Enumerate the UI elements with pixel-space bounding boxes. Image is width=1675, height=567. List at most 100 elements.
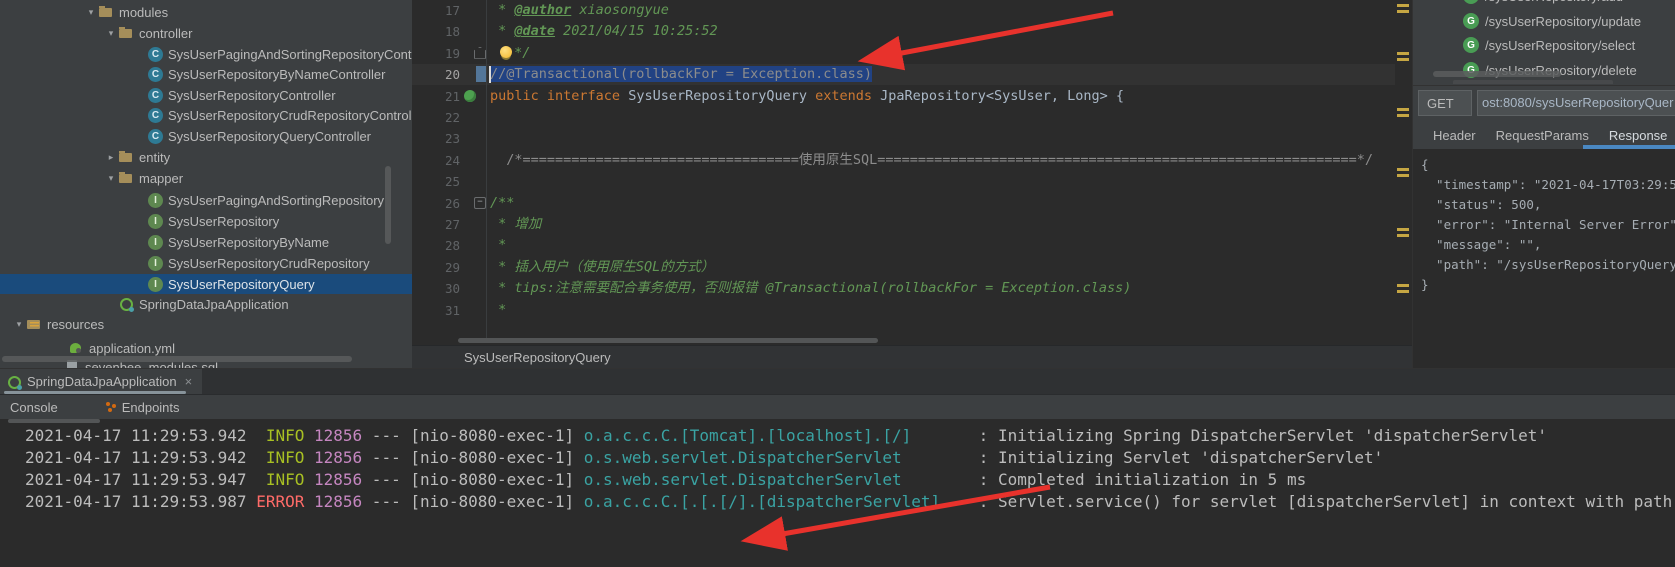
log-line[interactable]: 2021-04-17 11:29:53.987 ERROR 12856 --- … <box>25 492 1675 512</box>
line-number[interactable]: 20 <box>418 64 460 85</box>
fold-icon[interactable]: − <box>474 196 486 209</box>
tree-item[interactable]: C SysUserRepositoryByNameController <box>0 64 412 84</box>
close-icon[interactable]: × <box>185 374 193 389</box>
editor-error-stripe[interactable] <box>1395 0 1412 345</box>
endpoint-list-scrollbar[interactable] <box>1433 71 1561 77</box>
line-number[interactable]: 24 <box>418 150 460 171</box>
editor-hscrollbar[interactable] <box>458 338 878 343</box>
fold-icon[interactable] <box>474 46 486 59</box>
code-line[interactable]: 25 <box>412 171 1395 192</box>
line-number[interactable]: 28 <box>418 235 460 256</box>
tree-item[interactable]: I SysUserRepositoryQuery <box>0 274 412 294</box>
line-number[interactable]: 25 <box>418 171 460 192</box>
warning-stripe-mark[interactable] <box>1397 10 1409 13</box>
code-line[interactable]: 28 * <box>412 235 1395 256</box>
code-line[interactable]: 23 <box>412 128 1395 149</box>
response-json-view[interactable]: { "timestamp": "2021-04-17T03:29:53.99 "… <box>1413 149 1675 375</box>
tree-item[interactable]: C SysUserRepositoryQueryController <box>0 126 412 146</box>
code-line[interactable]: 24 /*==================================使… <box>412 150 1395 171</box>
code-line[interactable]: 22 <box>412 107 1395 128</box>
tree-item[interactable]: I SysUserPagingAndSortingRepository <box>0 190 412 210</box>
warning-stripe-mark[interactable] <box>1397 108 1409 111</box>
console-log[interactable]: + javax.persistence.TransactionRequiredE… <box>0 418 1675 567</box>
tab-header[interactable]: Header <box>1433 128 1476 143</box>
tree-item[interactable]: ▾ modules <box>0 2 412 22</box>
project-tree[interactable]: ▾ modules ▾ controller C SysUserPagingAndSort… <box>0 0 413 368</box>
request-url-input[interactable]: ost:8080/sysUserRepositoryQuer <box>1477 90 1675 116</box>
code-line[interactable]: 31 * <box>412 300 1395 321</box>
run-tab-title: SpringDataJpaApplication <box>27 374 177 389</box>
bean-icon[interactable] <box>464 89 476 102</box>
warning-stripe-mark[interactable] <box>1397 52 1409 55</box>
tab-response[interactable]: Response <box>1609 128 1668 143</box>
line-number[interactable]: 26 <box>418 193 460 214</box>
code-line[interactable]: 27 * 增加 <box>412 214 1395 235</box>
code-line[interactable]: 29 * 插入用户（使用原生SQL的方式） <box>412 257 1395 278</box>
log-line[interactable]: 2021-04-17 11:29:53.942 INFO 12856 --- [… <box>25 448 1383 468</box>
endpoint-item[interactable]: G/sysUserRepository/delete <box>1413 58 1675 82</box>
bulb-icon[interactable] <box>500 45 513 58</box>
tree-item[interactable]: C SysUserRepositoryCrudRepositoryControll… <box>0 105 412 125</box>
line-number[interactable]: 19 <box>418 43 460 64</box>
warning-stripe-mark[interactable] <box>1397 290 1409 293</box>
code-line[interactable]: 19 */ <box>412 43 1395 64</box>
line-number[interactable]: 18 <box>418 21 460 42</box>
line-number[interactable]: 23 <box>418 128 460 149</box>
line-number[interactable]: 31 <box>418 300 460 321</box>
project-tree-hscrollbar[interactable] <box>2 356 352 362</box>
warning-stripe-mark[interactable] <box>1397 228 1409 231</box>
tree-item[interactable]: application.yml <box>0 338 412 358</box>
chevron-down-icon[interactable]: ▾ <box>12 319 26 330</box>
log-line[interactable]: 2021-04-17 11:29:53.942 INFO 12856 --- [… <box>25 426 1547 446</box>
breadcrumb-label[interactable]: SysUserRepositoryQuery <box>464 350 611 365</box>
warning-stripe-mark[interactable] <box>1397 4 1409 7</box>
code-editor[interactable]: 17 * @author xiaosongyue 18 * @date 2021/… <box>412 0 1412 345</box>
tab-console[interactable]: Console <box>10 400 58 415</box>
tree-item[interactable]: ▾ controller <box>0 23 412 43</box>
log-line[interactable]: 2021-04-17 11:29:53.947 INFO 12856 --- [… <box>25 470 1306 490</box>
code-line[interactable]: 26 −/** <box>412 193 1395 214</box>
code-line[interactable]: 21 public interface SysUserRepositoryQuer… <box>412 86 1395 107</box>
code-token: * <box>490 2 515 18</box>
http-method-select[interactable]: GET <box>1418 90 1472 116</box>
chevron-down-icon[interactable]: ▾ <box>104 173 118 184</box>
code-line[interactable]: 20 //@Transactional(rollbackFor = Excepti… <box>412 64 1395 86</box>
tree-item[interactable]: C SysUserPagingAndSortingRepositoryContro… <box>0 44 412 64</box>
endpoint-list[interactable]: G/sysUserRepository/addG/sysUserReposito… <box>1413 0 1675 84</box>
code-line[interactable]: 30 * tips:注意需要配合事务使用，否则报错 @Transactional… <box>412 278 1395 299</box>
line-number[interactable]: 21 <box>418 86 460 107</box>
code-line[interactable]: 18 * @date 2021/04/15 10:25:52 <box>412 21 1395 42</box>
chevron-down-icon[interactable]: ▾ <box>104 28 118 39</box>
line-number[interactable]: 17 <box>418 0 460 21</box>
warning-stripe-mark[interactable] <box>1397 114 1409 117</box>
chevron-down-icon[interactable]: ▾ <box>84 7 98 18</box>
warning-stripe-mark[interactable] <box>1397 58 1409 61</box>
endpoint-item[interactable]: G/sysUserRepository/add <box>1413 0 1675 8</box>
code-line[interactable]: 17 * @author xiaosongyue <box>412 0 1395 21</box>
tree-item[interactable]: ▾ mapper <box>0 168 412 188</box>
warning-stripe-mark[interactable] <box>1397 234 1409 237</box>
line-number[interactable]: 27 <box>418 214 460 235</box>
line-number[interactable]: 22 <box>418 107 460 128</box>
tree-item[interactable]: ▸ entity <box>0 147 412 167</box>
log-token: 12856 <box>314 492 363 511</box>
class-icon: C <box>148 128 163 144</box>
tree-item[interactable]: I SysUserRepositoryCrudRepository <box>0 253 412 273</box>
chevron-right-icon[interactable]: ▸ <box>104 152 118 163</box>
warning-stripe-mark[interactable] <box>1397 174 1409 177</box>
tree-item[interactable]: C SysUserRepositoryController <box>0 85 412 105</box>
tree-item[interactable]: I SysUserRepository <box>0 211 412 231</box>
breadcrumb[interactable]: SysUserRepositoryQuery <box>412 345 1412 368</box>
tree-item[interactable]: I SysUserRepositoryByName <box>0 232 412 252</box>
line-number[interactable]: 29 <box>418 257 460 278</box>
tab-endpoints[interactable]: Endpoints <box>122 400 180 415</box>
endpoint-item[interactable]: G/sysUserRepository/select <box>1413 33 1675 57</box>
console-scrollbar[interactable] <box>8 419 100 423</box>
tab-requestparams[interactable]: RequestParams <box>1496 128 1589 143</box>
tree-item[interactable]: ▾ resources <box>0 314 412 334</box>
line-number[interactable]: 30 <box>418 278 460 299</box>
tree-item[interactable]: SpringDataJpaApplication <box>0 294 412 314</box>
endpoint-item[interactable]: G/sysUserRepository/update <box>1413 9 1675 33</box>
warning-stripe-mark[interactable] <box>1397 284 1409 287</box>
warning-stripe-mark[interactable] <box>1397 168 1409 171</box>
